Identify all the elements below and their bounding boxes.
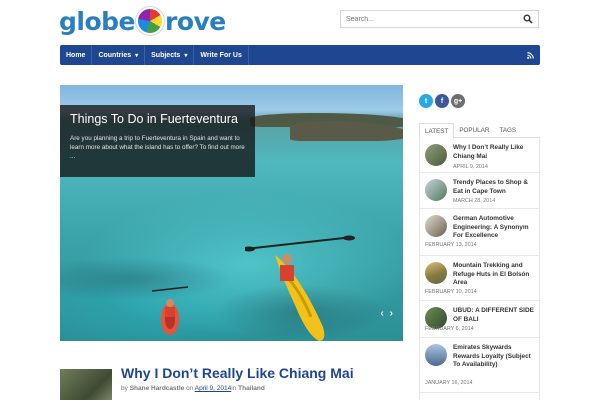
rss-button[interactable] bbox=[520, 45, 540, 65]
post-title[interactable]: Why I Don’t Really Like Chiang Mai bbox=[121, 365, 354, 381]
divider bbox=[420, 255, 539, 256]
divider bbox=[420, 337, 539, 338]
divider bbox=[420, 208, 539, 209]
nav-label: Home bbox=[66, 51, 86, 59]
post-thumbnail[interactable] bbox=[60, 369, 112, 400]
slide-title[interactable]: Things To Do in Fuerteventura bbox=[70, 112, 245, 126]
facebook-icon[interactable]: f bbox=[435, 94, 449, 108]
entry-title[interactable]: Mountain Trekking and Refuge Huts in El … bbox=[453, 262, 539, 288]
entry-thumbnail[interactable] bbox=[425, 144, 447, 166]
facebook-glyph: f bbox=[440, 97, 444, 105]
nav-item-write-for-us[interactable]: Write For Us bbox=[194, 45, 249, 65]
prev-arrow-icon[interactable]: ‹ bbox=[380, 308, 383, 319]
google-plus-glyph: g+ bbox=[453, 97, 463, 105]
post-category[interactable]: Thailand bbox=[238, 385, 265, 392]
social-links: t f g+ bbox=[419, 94, 465, 108]
search-box bbox=[340, 10, 539, 28]
tab-label: POPULAR bbox=[459, 126, 490, 134]
entry-title[interactable]: Trendy Places to Shop & Eat in Cape Town bbox=[453, 179, 539, 196]
search-icon[interactable] bbox=[523, 14, 533, 24]
entry-thumbnail[interactable] bbox=[425, 262, 447, 284]
globe-icon bbox=[136, 7, 164, 35]
entry-date: MARCH 28, 2014 bbox=[453, 198, 496, 204]
google-plus-icon[interactable]: g+ bbox=[451, 94, 465, 108]
next-arrow-icon[interactable]: › bbox=[390, 308, 393, 319]
slide-caption[interactable]: Things To Do in Fuerteventura Are you pl… bbox=[60, 105, 255, 177]
nav-label: Countries bbox=[98, 51, 132, 59]
nav-label: Subjects bbox=[151, 51, 181, 59]
entry-title[interactable]: UBUD: A DIFFERENT SIDE OF BALI bbox=[453, 307, 539, 324]
divider bbox=[420, 172, 539, 173]
main-nav: Home Countries ▾ Subjects ▾ Write For Us bbox=[60, 45, 540, 65]
latest-posts-list: Why I Don’t Really Like Chiang Mai APRIL… bbox=[419, 138, 540, 400]
meta-on: on bbox=[186, 385, 194, 392]
entry-date: JANUARY 16, 2014 bbox=[425, 380, 473, 386]
sidebar-tabs: LATEST POPULAR TAGS bbox=[419, 123, 540, 139]
featured-slider[interactable]: Things To Do in Fuerteventura Are you pl… bbox=[60, 85, 403, 341]
entry-thumbnail[interactable] bbox=[425, 344, 447, 366]
kayak-image bbox=[245, 235, 355, 341]
post-date-link[interactable]: April 9, 2014 bbox=[195, 385, 232, 392]
meta-by: by bbox=[121, 385, 128, 392]
entry-date: FEBRUARY 13, 2014 bbox=[425, 242, 477, 248]
tab-label: TAGS bbox=[499, 126, 517, 134]
entry-date: FEBRUARY 10, 2014 bbox=[425, 289, 477, 295]
logo-text-rove: rove bbox=[165, 6, 226, 36]
kayak-image bbox=[151, 286, 189, 335]
meta-in: in bbox=[231, 385, 237, 392]
entry-title[interactable]: Emirates Skywards Rewards Loyalty (Subje… bbox=[453, 344, 539, 370]
caret-down-icon: ▾ bbox=[135, 52, 139, 59]
search-input[interactable] bbox=[341, 11, 521, 27]
entry-title[interactable]: German Automotive Engineering: A Synonym… bbox=[453, 215, 539, 241]
slider-controls: ‹ › bbox=[380, 308, 393, 319]
tab-latest[interactable]: LATEST bbox=[419, 123, 455, 139]
entry-date: FEBRUARY 6, 2014 bbox=[425, 326, 474, 332]
post-meta: by Shane Hardcastle on April 9, 2014in T… bbox=[121, 385, 265, 392]
tab-popular[interactable]: POPULAR bbox=[454, 123, 494, 137]
tab-label: LATEST bbox=[425, 127, 449, 135]
slide-excerpt: Are you planning a trip to Fuerteventura… bbox=[70, 135, 245, 160]
nav-label: Write For Us bbox=[200, 51, 242, 59]
nav-item-home[interactable]: Home bbox=[60, 45, 93, 65]
site-logo[interactable]: globe rove bbox=[59, 4, 226, 38]
post-author[interactable]: Shane Hardcastle bbox=[130, 385, 185, 392]
tab-tags[interactable]: TAGS bbox=[494, 123, 521, 137]
twitter-glyph: t bbox=[424, 97, 428, 105]
divider bbox=[420, 300, 539, 301]
entry-date: APRIL 9, 2014 bbox=[453, 164, 488, 170]
rss-icon bbox=[526, 51, 534, 59]
caret-down-icon: ▾ bbox=[184, 52, 188, 59]
twitter-icon[interactable]: t bbox=[419, 94, 433, 108]
entry-thumbnail[interactable] bbox=[425, 179, 447, 201]
divider bbox=[420, 392, 539, 393]
nav-item-countries[interactable]: Countries ▾ bbox=[92, 45, 146, 65]
nav-item-subjects[interactable]: Subjects ▾ bbox=[145, 45, 195, 65]
entry-thumbnail[interactable] bbox=[425, 215, 447, 237]
logo-text-globe: globe bbox=[59, 6, 136, 36]
entry-title[interactable]: Why I Don’t Really Like Chiang Mai bbox=[453, 144, 539, 161]
